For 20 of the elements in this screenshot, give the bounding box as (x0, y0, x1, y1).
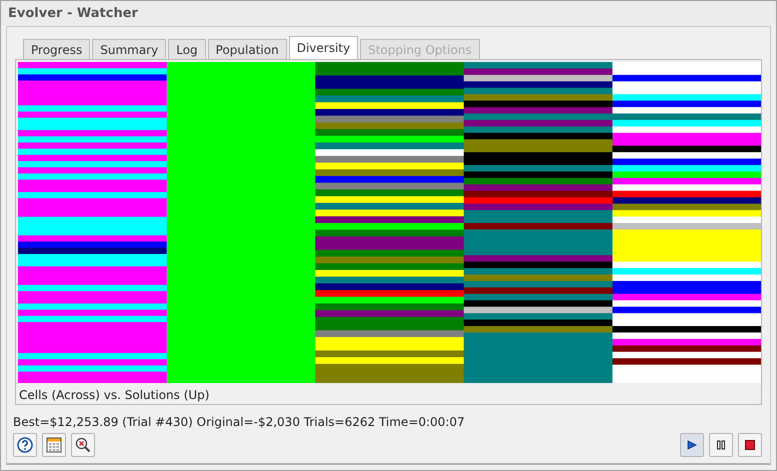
stop-button[interactable] (738, 433, 762, 457)
status-text: Best=$12,253.89 (Trial #430) Original=-$2,030 Trials=6262 Time=0:00:07 (13, 415, 466, 429)
chart-caption: Cells (Across) vs. Solutions (Up) (18, 387, 210, 404)
help-icon (17, 437, 33, 453)
tab[interactable]: Summary (92, 39, 166, 59)
tab[interactable]: Progress (23, 39, 90, 59)
play-icon (687, 440, 697, 450)
pause-icon (716, 440, 726, 450)
tab[interactable]: Log (168, 39, 206, 59)
stop-icon (745, 440, 755, 450)
spreadsheet-button[interactable] (42, 433, 66, 457)
spreadsheet-icon (46, 437, 62, 453)
pause-button[interactable] (709, 433, 733, 457)
help-button[interactable] (13, 433, 37, 457)
zoom-reset-icon (75, 437, 91, 453)
tab[interactable]: Diversity (288, 36, 358, 59)
window-title: Evolver - Watcher (1, 1, 776, 26)
play-button[interactable] (680, 433, 704, 457)
tab[interactable]: Population (208, 39, 287, 59)
zoom-button[interactable] (71, 433, 95, 457)
